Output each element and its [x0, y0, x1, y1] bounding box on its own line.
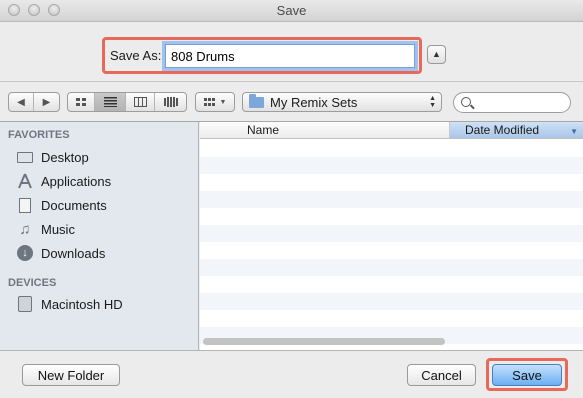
window-title: Save — [276, 3, 307, 18]
chevron-left-icon: ◀ — [17, 96, 25, 108]
folder-icon — [249, 93, 264, 108]
location-label: My Remix Sets — [270, 94, 358, 110]
applications-icon — [16, 173, 34, 189]
divider — [0, 81, 583, 82]
title-bar: Save — [0, 0, 583, 22]
documents-icon — [16, 197, 34, 213]
sidebar-item-label: Downloads — [41, 245, 106, 261]
sidebar-section-favorites: FAVORITES — [8, 129, 70, 141]
table-row — [200, 259, 583, 276]
sidebar-item-documents[interactable]: Documents — [16, 195, 107, 215]
sidebar-item-downloads[interactable]: ↓ Downloads — [16, 243, 105, 263]
new-folder-button[interactable]: New Folder — [22, 364, 120, 386]
downloads-icon: ↓ — [16, 245, 34, 261]
column-view-icon — [133, 97, 147, 107]
sidebar-item-applications[interactable]: Applications — [16, 171, 111, 191]
arrange-grid-icon — [203, 97, 215, 106]
back-button[interactable]: ◀ — [9, 93, 34, 111]
cancel-button[interactable]: Cancel — [407, 364, 476, 386]
sidebar: FAVORITES Desktop Applications Documents… — [0, 122, 199, 350]
expand-dialog-button[interactable]: ▲ — [427, 45, 446, 64]
list-view-button[interactable] — [95, 93, 126, 111]
coverflow-view-icon — [163, 97, 178, 107]
save-as-input[interactable] — [165, 44, 415, 68]
chevron-down-icon: ▼ — [219, 98, 227, 106]
sidebar-item-label: Desktop — [41, 149, 89, 165]
desktop-icon — [16, 149, 34, 165]
sidebar-item-label: Music — [41, 221, 75, 237]
sidebar-item-desktop[interactable]: Desktop — [16, 147, 89, 167]
icon-view-icon — [75, 97, 86, 106]
save-as-label: Save As: — [110, 48, 162, 63]
arrange-control[interactable]: ▼ — [196, 93, 234, 111]
triangle-up-icon: ▲ — [432, 49, 441, 59]
back-forward-control: ◀ ▶ — [8, 92, 60, 112]
hard-drive-icon — [16, 296, 34, 312]
chevron-right-icon: ▶ — [42, 96, 51, 108]
column-header-row: Name Date Modified ▼ — [200, 122, 583, 139]
updown-arrows-icon: ▲ ▼ — [429, 95, 436, 109]
column-header-date-modified[interactable]: Date Modified ▼ — [450, 122, 583, 138]
sidebar-item-label: Applications — [41, 173, 112, 189]
forward-button[interactable]: ▶ — [34, 93, 59, 111]
icon-view-button[interactable] — [68, 93, 95, 111]
location-popup[interactable]: My Remix Sets ▲ ▼ — [242, 92, 442, 112]
sidebar-item-label: Macintosh HD — [41, 296, 123, 312]
sidebar-section-devices: DEVICES — [8, 277, 57, 289]
save-button[interactable]: Save — [492, 364, 562, 386]
footer-divider — [0, 350, 583, 351]
horizontal-scrollbar[interactable] — [203, 338, 445, 345]
column-view-button[interactable] — [126, 93, 155, 111]
list-view-icon — [103, 97, 117, 107]
sort-descending-icon: ▼ — [570, 127, 578, 136]
arrange-menu-button[interactable]: ▼ — [195, 92, 235, 112]
table-row — [200, 191, 583, 208]
table-row — [200, 293, 583, 310]
coverflow-view-button[interactable] — [155, 93, 186, 111]
file-list[interactable]: Name Date Modified ▼ — [200, 122, 583, 350]
music-icon: ♫ — [19, 220, 31, 238]
column-header-date-label: Date Modified — [465, 123, 540, 137]
table-row — [200, 225, 583, 242]
table-row — [200, 157, 583, 174]
column-header-name[interactable]: Name — [200, 122, 450, 138]
sidebar-item-music[interactable]: ♫ Music — [16, 219, 75, 239]
search-field[interactable] — [453, 92, 571, 113]
view-mode-control — [67, 92, 187, 112]
sidebar-item-macintosh-hd[interactable]: Macintosh HD — [16, 294, 123, 314]
search-icon — [461, 97, 471, 107]
sidebar-item-label: Documents — [41, 197, 107, 213]
